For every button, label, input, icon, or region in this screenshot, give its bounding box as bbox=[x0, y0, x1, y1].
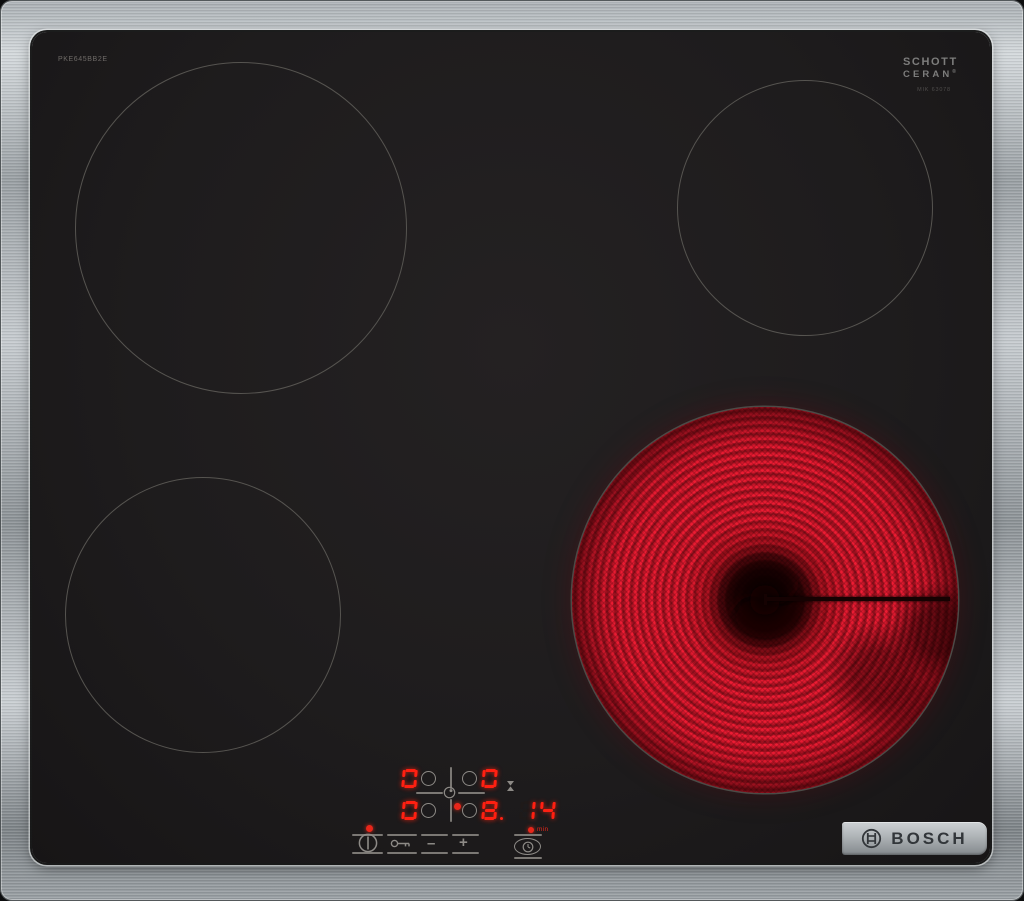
display-cross-line-left bbox=[416, 792, 443, 794]
zone-select-front-left[interactable] bbox=[421, 803, 436, 818]
decimal-dot bbox=[500, 817, 503, 820]
timer-unit-label: min bbox=[537, 826, 548, 833]
bosch-armature-icon bbox=[861, 828, 882, 849]
zone-select-back-left[interactable] bbox=[421, 771, 436, 786]
display-back-left-level bbox=[402, 769, 417, 788]
heater-limiter-bar bbox=[767, 597, 950, 601]
timer-button[interactable] bbox=[514, 838, 541, 855]
button-rail-bottom bbox=[421, 852, 448, 854]
timer-indicator-dot bbox=[528, 827, 534, 833]
zone-select-back-right[interactable] bbox=[462, 771, 477, 786]
display-cross-line-right bbox=[458, 792, 485, 794]
timer-rail-top bbox=[514, 834, 542, 836]
minus-button[interactable]: – bbox=[427, 836, 435, 851]
power-icon[interactable] bbox=[357, 832, 379, 854]
plus-button[interactable]: + bbox=[459, 835, 468, 850]
display-divider bbox=[450, 799, 452, 822]
display-back-right-level bbox=[482, 769, 497, 788]
button-rail-bottom bbox=[387, 852, 417, 854]
timer-rail-bottom bbox=[514, 857, 542, 859]
selected-zone-indicator-dot bbox=[454, 803, 461, 810]
button-rail-bottom bbox=[452, 852, 479, 854]
brand-label: BOSCH bbox=[891, 829, 967, 849]
display-front-left-level bbox=[402, 801, 417, 820]
display-front-right-level bbox=[482, 801, 497, 820]
power-indicator-dot bbox=[366, 825, 373, 832]
cooktop-product-photo: PKE645BB2E SCHOTT CERAN® MIK 63078 bbox=[0, 0, 1024, 901]
zone-timer-clock-icon bbox=[443, 786, 456, 799]
hourglass-icon bbox=[506, 780, 515, 792]
childlock-key-icon[interactable] bbox=[390, 838, 413, 849]
timer-display bbox=[520, 801, 555, 820]
ceramic-glass-surface: PKE645BB2E SCHOTT CERAN® MIK 63078 bbox=[32, 32, 990, 863]
touch-control-panel: min – + bbox=[32, 32, 990, 863]
button-rail-top bbox=[387, 834, 417, 836]
bosch-badge: BOSCH bbox=[842, 822, 987, 855]
timer-clock-icon bbox=[522, 841, 534, 853]
zone-select-front-right[interactable] bbox=[462, 803, 477, 818]
